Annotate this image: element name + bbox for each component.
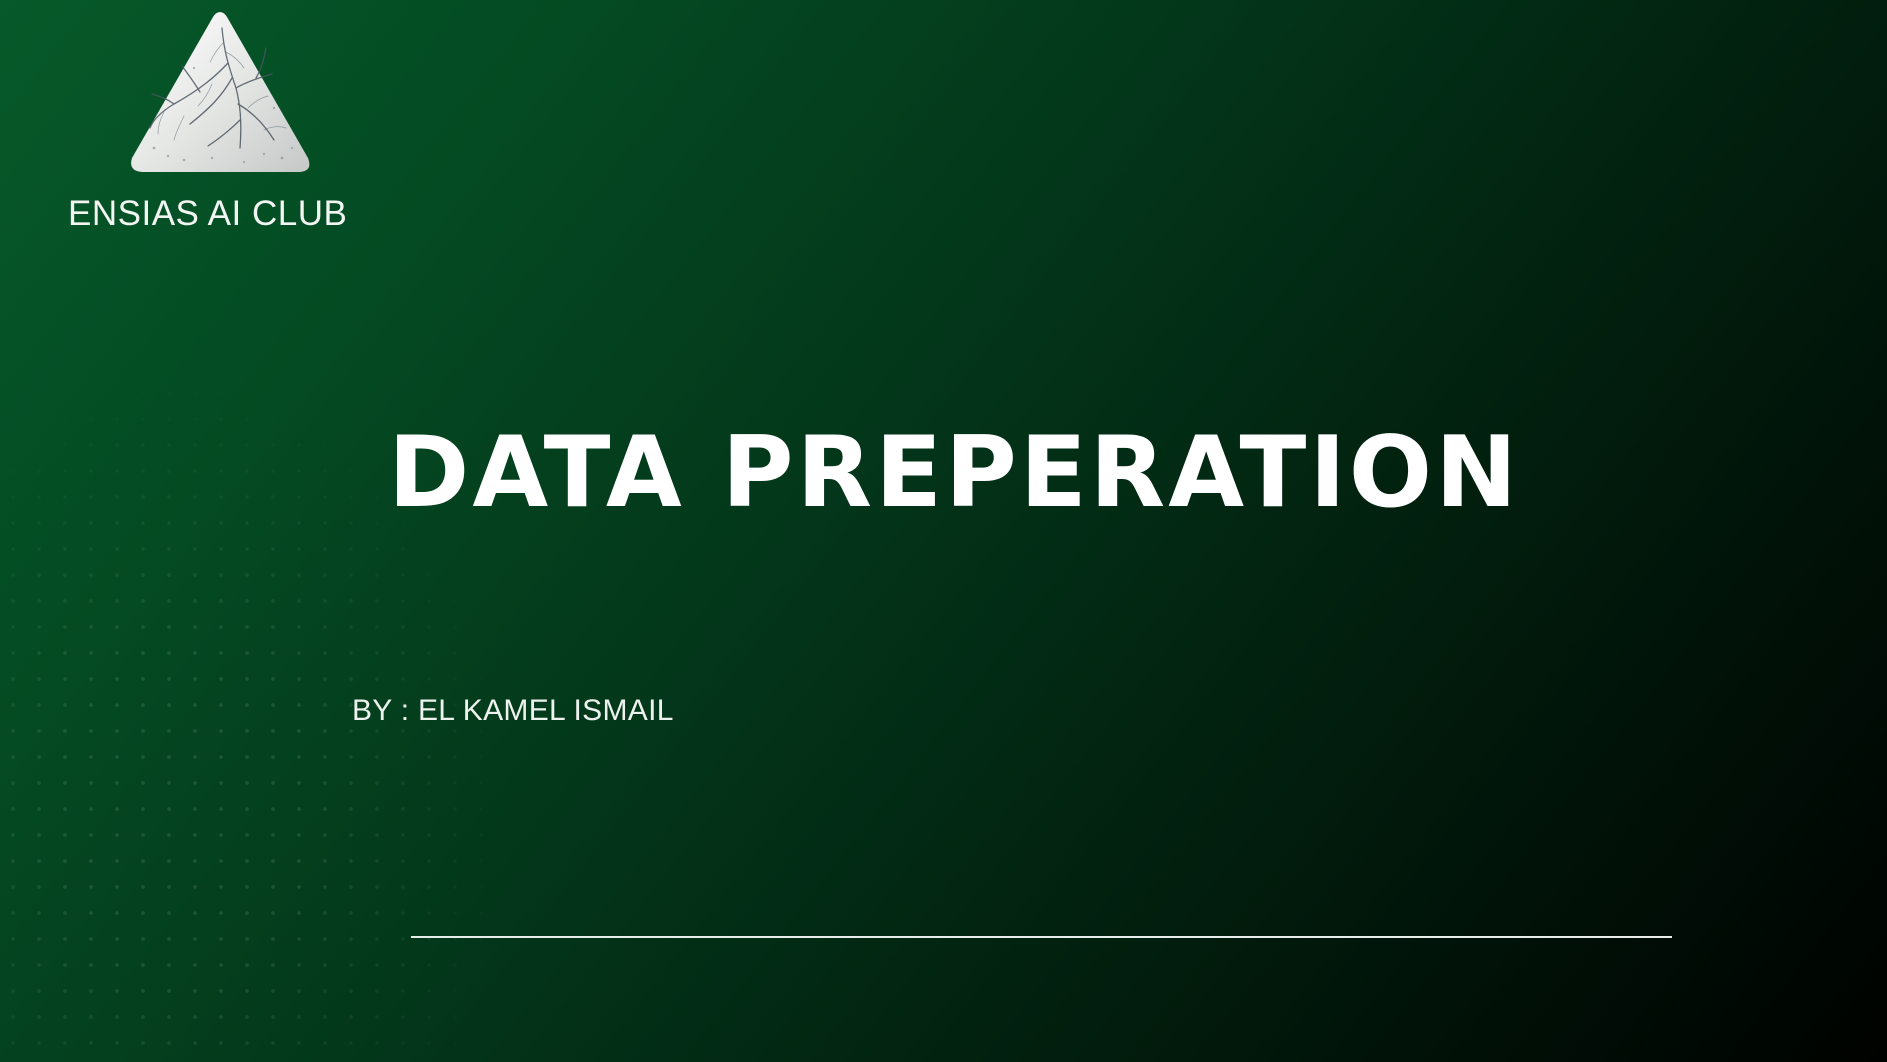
club-name: ENSIAS AI CLUB xyxy=(68,194,348,233)
dot-pattern-background xyxy=(0,250,720,1062)
slide-author: BY : EL KAMEL ISMAIL xyxy=(352,694,674,727)
club-logo-icon xyxy=(131,12,310,172)
slide-title: DATA PREPERATION xyxy=(388,416,1521,530)
divider-line xyxy=(411,936,1672,938)
